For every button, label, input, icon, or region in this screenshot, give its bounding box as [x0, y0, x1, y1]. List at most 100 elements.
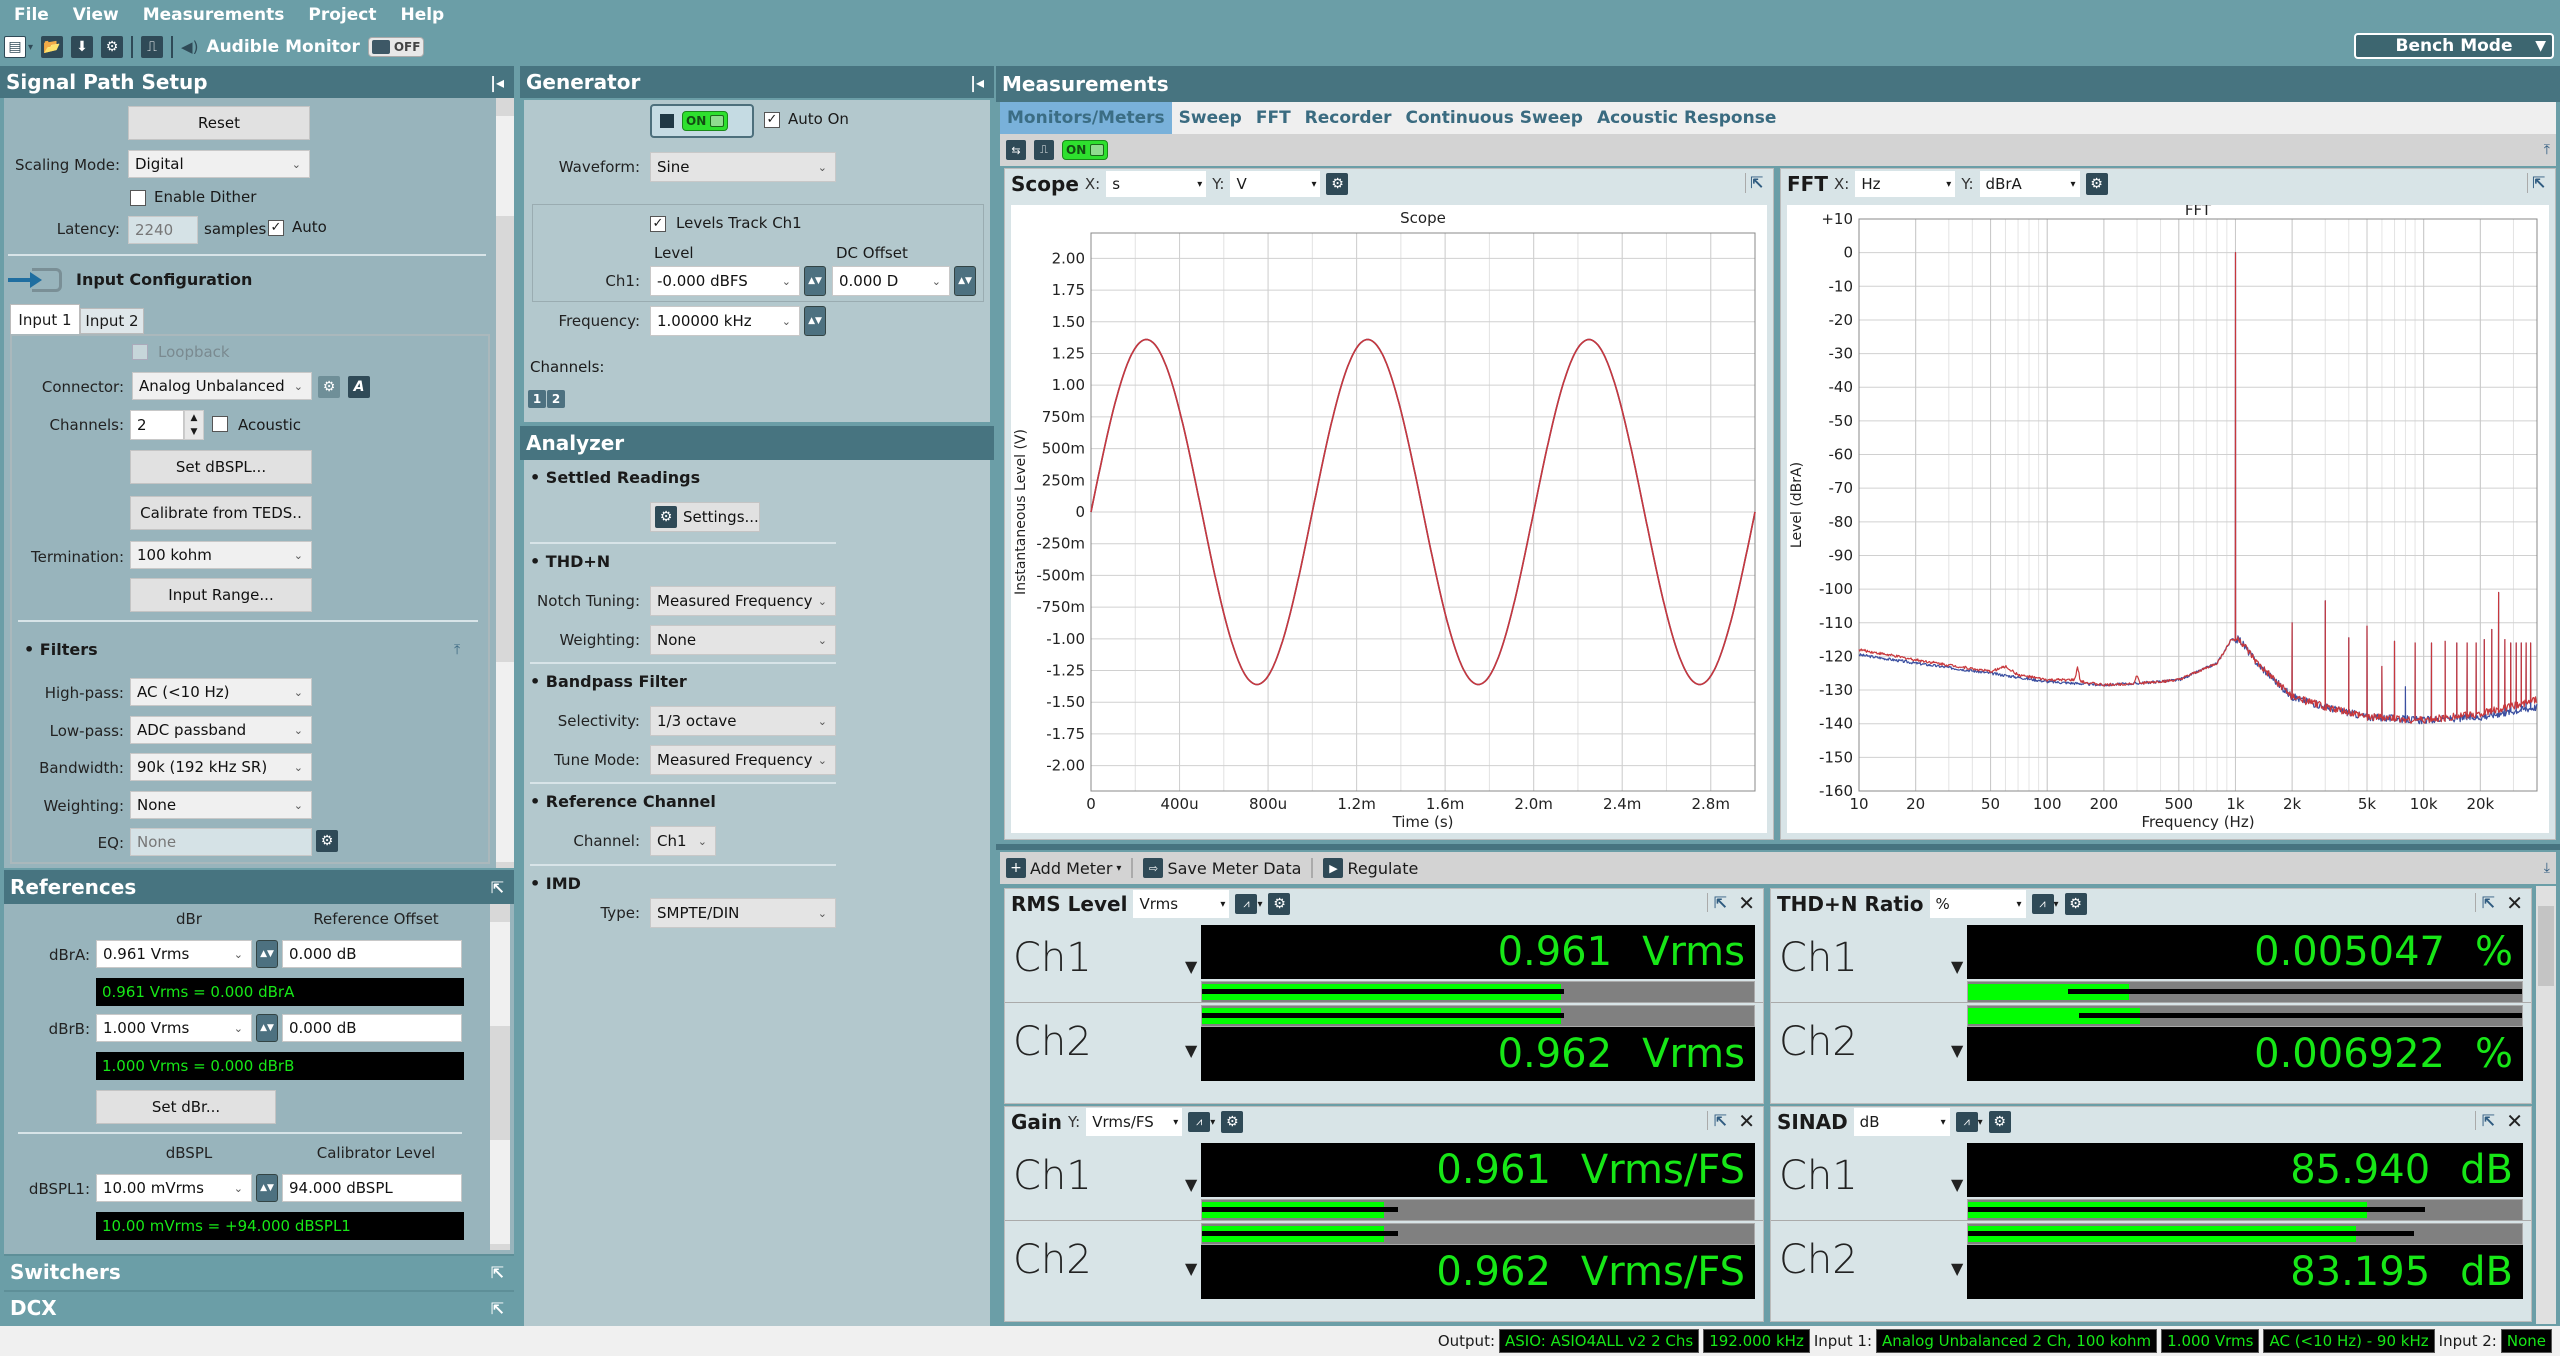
input2-value[interactable]: None	[2500, 1329, 2552, 1353]
set-dbr-button[interactable]: Set dBr...	[96, 1090, 276, 1124]
channels-stepper[interactable]: ▲ ▼	[184, 410, 204, 440]
lowpass-select[interactable]: ADC passband ⌄	[130, 716, 312, 744]
dcx-header[interactable]: DCX ⇱	[4, 1290, 514, 1324]
input-range-button[interactable]: Input Range...	[130, 578, 312, 612]
dbra-offset-input[interactable]: 0.000 dB	[282, 940, 462, 968]
weighting-select[interactable]: None ⌄	[130, 791, 312, 819]
popout-icon[interactable]: ⇱	[1706, 893, 1727, 912]
output-device[interactable]: ASIO: ASIO4ALL v2 2 Chs	[1499, 1329, 1700, 1353]
levels-track-checkbox[interactable]: ✓	[650, 216, 666, 232]
an-weighting-select[interactable]: None ⌄	[650, 625, 836, 655]
auto-latency-checkbox[interactable]: ✓	[268, 220, 284, 236]
loopback-checkbox[interactable]	[132, 344, 148, 360]
dbra-select[interactable]: 0.961 Vrms ⌄	[96, 940, 252, 968]
meter-unit-select[interactable]: dB ▾	[1853, 1108, 1950, 1136]
ch1-dc-stepper[interactable]: ▲▼	[954, 266, 976, 296]
notch-tuning-select[interactable]: Measured Frequency ⌄	[650, 586, 836, 616]
imd-type-select[interactable]: SMPTE/DIN ⌄	[650, 898, 836, 928]
tab-acoustic-response[interactable]: Acoustic Response	[1590, 102, 1783, 134]
tab-sweep[interactable]: Sweep	[1172, 102, 1249, 134]
connector-calibrate-icon[interactable]: A	[348, 376, 370, 398]
enable-dither-checkbox[interactable]	[130, 190, 146, 206]
references-scrollbar[interactable]	[490, 904, 510, 1250]
collapse-icon[interactable]: ⤒	[2544, 142, 2550, 158]
tab-recorder[interactable]: Recorder	[1298, 102, 1399, 134]
popout-icon[interactable]: ⇱	[2474, 1111, 2495, 1130]
new-file-icon[interactable]: ▤	[4, 36, 26, 58]
chevron-down-icon[interactable]: ▾	[1210, 1117, 1215, 1128]
settled-settings-button[interactable]: ⚙ Settings...	[650, 502, 760, 532]
ch1-level-select[interactable]: -0.000 dBFS ⌄	[650, 266, 800, 296]
ch1-level-stepper[interactable]: ▲▼	[804, 266, 826, 296]
termination-select[interactable]: 100 kohm ⌄	[130, 541, 312, 569]
dock-pin-icon[interactable]: |◂	[490, 73, 504, 92]
input1-range[interactable]: 1.000 Vrms	[2161, 1329, 2260, 1353]
channel-dropdown-icon[interactable]: ▼	[1951, 957, 1963, 976]
close-icon[interactable]: ✕	[2506, 891, 2523, 915]
menu-project[interactable]: Project	[308, 5, 376, 25]
signal-path-scrollbar[interactable]	[496, 98, 514, 868]
close-icon[interactable]: ✕	[1738, 1109, 1755, 1133]
bench-mode-dropdown[interactable]: Bench Mode ▼	[2354, 33, 2554, 59]
channel-dropdown-icon[interactable]: ▼	[1951, 1175, 1963, 1194]
open-folder-icon[interactable]: 📂	[41, 36, 64, 58]
graph-type-icon[interactable]: ⩘	[1188, 1112, 1211, 1132]
tab-fft[interactable]: FFT	[1249, 102, 1298, 134]
fft-chart[interactable]: FFT +10 0 -10 -20 -30 -40 -50 -60 -70 -80 -90 -100 -1…	[1787, 205, 2549, 833]
meter-settings-gear-icon[interactable]: ⚙	[1221, 1111, 1244, 1133]
tab-monitors-meters[interactable]: Monitors/Meters	[1000, 102, 1172, 134]
swap-icon[interactable]: ⇆	[1006, 140, 1026, 160]
highpass-select[interactable]: AC (<10 Hz) ⌄	[130, 678, 312, 706]
menu-help[interactable]: Help	[400, 5, 444, 25]
dbspl1-select[interactable]: 10.00 mVrms ⌄	[96, 1174, 252, 1202]
meter-unit-select[interactable]: Vrms ▾	[1133, 890, 1230, 918]
new-dropdown-icon[interactable]: ▾	[28, 42, 33, 53]
generator-toggle[interactable]: ON	[650, 104, 754, 138]
connector-select[interactable]: Analog Unbalanced ⌄	[132, 372, 312, 400]
popout-icon[interactable]: ⇱	[491, 878, 504, 897]
reset-button[interactable]: Reset	[128, 106, 310, 140]
auto-on-checkbox[interactable]: ✓	[764, 112, 780, 128]
tab-continuous-sweep[interactable]: Continuous Sweep	[1399, 102, 1590, 134]
set-dbspl-button[interactable]: Set dBSPL...	[130, 450, 312, 484]
fft-x-unit-select[interactable]: Hz ▾	[1855, 171, 1956, 197]
popout-icon[interactable]: ⇱	[2474, 893, 2495, 912]
channels-input[interactable]: 2	[130, 410, 184, 440]
dbspl1-stepper[interactable]: ▲▼	[256, 1174, 278, 1202]
menu-view[interactable]: View	[73, 5, 119, 25]
tune-mode-select[interactable]: Measured Frequency ⌄	[650, 745, 836, 775]
scope-x-unit-select[interactable]: s ▾	[1106, 171, 1207, 197]
switchers-header[interactable]: Switchers ⇱	[4, 1254, 514, 1288]
latency-input[interactable]: 2240	[128, 216, 198, 244]
popout-icon[interactable]: ⇱	[1706, 1111, 1727, 1130]
frequency-stepper[interactable]: ▲▼	[804, 306, 826, 336]
save-meter-data-button[interactable]: ⇨ Save Meter Data	[1143, 858, 1301, 878]
close-icon[interactable]: ✕	[1738, 891, 1755, 915]
signal-wave-icon[interactable]: ⎍	[1034, 140, 1054, 160]
scaling-mode-select[interactable]: Digital ⌄	[128, 150, 310, 178]
selectivity-select[interactable]: 1/3 octave ⌄	[650, 706, 836, 736]
meter-settings-gear-icon[interactable]: ⚙	[1988, 1111, 2011, 1133]
bandwidth-select[interactable]: 90k (192 kHz SR) ⌄	[130, 753, 312, 781]
meter-unit-select[interactable]: Vrms/FS ▾	[1086, 1108, 1183, 1136]
scope-y-unit-select[interactable]: V ▾	[1230, 171, 1321, 197]
audible-monitor-toggle[interactable]: OFF	[367, 37, 425, 57]
waveform-select[interactable]: Sine ⌄	[650, 152, 836, 182]
tab-input-2[interactable]: Input 2	[80, 308, 144, 334]
input1-bandwidth[interactable]: AC (<10 Hz) - 90 kHz	[2263, 1329, 2435, 1353]
chevron-down-icon[interactable]: ▾	[1978, 1117, 1983, 1128]
dock-pin-icon[interactable]: |◂	[970, 73, 984, 92]
collapse-icon[interactable]: ⤒	[454, 642, 460, 658]
monitor-on-toggle[interactable]: ON	[1062, 140, 1109, 160]
channel-dropdown-icon[interactable]: ▼	[1185, 1259, 1197, 1278]
meter-settings-gear-icon[interactable]: ⚙	[2064, 893, 2087, 915]
ch1-dc-select[interactable]: 0.000 D ⌄	[832, 266, 950, 296]
dbra-stepper[interactable]: ▲▼	[256, 940, 278, 968]
graph-type-icon[interactable]: ⩘	[2031, 894, 2054, 914]
eq-input[interactable]: None	[130, 828, 312, 856]
calibrate-teds-button[interactable]: Calibrate from TEDS..	[130, 496, 312, 530]
dbrb-offset-input[interactable]: 0.000 dB	[282, 1014, 462, 1042]
regulate-button[interactable]: ▶ Regulate	[1323, 858, 1418, 878]
splitter-handle[interactable]	[996, 844, 2560, 850]
frequency-select[interactable]: 1.00000 kHz ⌄	[650, 306, 800, 336]
